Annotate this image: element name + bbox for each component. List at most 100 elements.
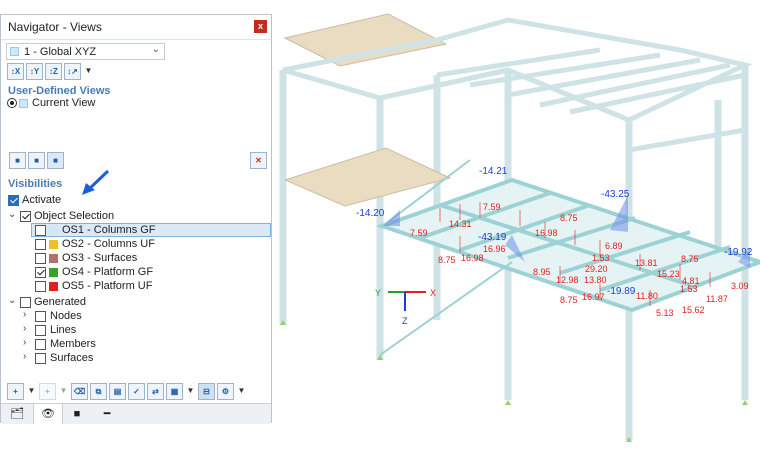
os5-label: OS5 - Platform UF <box>62 280 153 292</box>
result-label: 8.75 <box>438 255 456 265</box>
model-viewport[interactable]: -14.21 -14.20 -43.25 -43.19 -19.92 -19.8… <box>274 0 760 469</box>
check-all-icon[interactable]: ✓ <box>128 383 145 400</box>
dropdown-arrow-icon[interactable]: ▼ <box>83 63 94 80</box>
result-label: 16.96 <box>483 244 506 254</box>
result-label: 13.81 <box>635 258 658 268</box>
dropdown-arrow-icon[interactable]: ▼ <box>236 383 247 400</box>
os3-checkbox[interactable] <box>35 253 46 264</box>
result-label: 11.87 <box>706 294 728 304</box>
view-toolbar: ↕X ↕Y ↕Z ↕↗ ▼ <box>7 63 94 81</box>
axis-x-label: X <box>430 288 436 298</box>
result-label: 8.75 <box>560 295 578 305</box>
result-label: 15.23 <box>657 269 680 279</box>
pointer-arrow-icon <box>82 169 110 195</box>
panel-title-bar: Navigator - Views x <box>1 15 271 40</box>
view-z-icon[interactable]: ↕Z <box>45 63 62 80</box>
current-view-radio[interactable] <box>7 98 17 108</box>
result-label: 8.75 <box>681 254 699 264</box>
result-label: 7.59 <box>410 228 428 238</box>
close-button[interactable]: x <box>254 20 267 33</box>
supports <box>280 320 748 442</box>
result-label: -14.20 <box>356 208 385 219</box>
camera-edit-icon[interactable]: ■ <box>47 152 64 169</box>
result-label: -19.92 <box>724 247 753 258</box>
result-label: 3.09 <box>731 281 749 291</box>
chevron-right-icon[interactable]: › <box>23 323 26 334</box>
axis-triad: X Y Z <box>375 288 436 326</box>
view-iso-icon[interactable]: ↕↗ <box>64 63 81 80</box>
nodes-checkbox[interactable] <box>35 311 46 322</box>
bottom-toolbar: + ▼ + ▼ ⌫ ⧉ ▤ ✓ ⇄ ▦ ▼ ⊟ ⚙ ▼ <box>7 383 247 401</box>
upper-slab <box>283 13 448 67</box>
os4-color-swatch <box>49 268 58 277</box>
view-combo[interactable]: 1 - Global XYZ ⌄ <box>6 43 165 60</box>
filter-icon[interactable]: ⊟ <box>198 383 215 400</box>
result-label: 16.98 <box>535 228 558 238</box>
result-label: 16.98 <box>461 253 484 263</box>
result-label: 7.59 <box>483 202 501 212</box>
view-color-swatch <box>19 99 28 108</box>
navigator-panel: Navigator - Views x 1 - Global XYZ ⌄ ↕X … <box>0 14 272 424</box>
new-selection-icon[interactable]: + <box>7 383 24 400</box>
visibilities-header: Visibilities <box>8 178 63 190</box>
add-selection-icon[interactable]: + <box>39 383 56 400</box>
object-selection-checkbox[interactable] <box>20 211 31 222</box>
os4-label: OS4 - Platform GF <box>62 266 154 278</box>
lines-label: Lines <box>50 324 77 336</box>
chevron-right-icon[interactable]: › <box>23 309 26 320</box>
camera-toolbar: ■ ■ ■ <box>9 152 64 170</box>
chevron-down-icon: ⌄ <box>151 44 160 55</box>
os3-color-swatch <box>49 254 58 263</box>
surfaces-checkbox[interactable] <box>35 353 46 364</box>
result-label: -43.25 <box>601 189 630 200</box>
chevron-right-icon[interactable]: › <box>23 351 26 362</box>
result-label: -19.89 <box>607 286 636 297</box>
copy-selection-icon[interactable]: ⧉ <box>90 383 107 400</box>
result-label: 11.80 <box>636 291 658 301</box>
result-label: -43.19 <box>478 232 507 243</box>
toggle-icon[interactable]: ⇄ <box>147 383 164 400</box>
view-x-icon[interactable]: ↕X <box>7 63 24 80</box>
object-selection-label: Object Selection <box>34 210 115 222</box>
activate-checkbox[interactable] <box>8 195 19 206</box>
os2-color-swatch <box>49 240 58 249</box>
chevron-down-icon[interactable]: ⌄ <box>8 209 16 220</box>
settings-icon[interactable]: ⚙ <box>217 383 234 400</box>
os4-checkbox[interactable] <box>35 267 46 278</box>
lines-checkbox[interactable] <box>35 325 46 336</box>
dropdown-arrow-icon[interactable]: ▼ <box>185 383 196 400</box>
members-label: Members <box>50 338 96 350</box>
tab-results-icon[interactable]: ━ <box>93 404 121 424</box>
os5-checkbox[interactable] <box>35 281 46 292</box>
result-label: 1.53 <box>680 284 698 294</box>
result-label: 5.13 <box>656 308 674 318</box>
chevron-down-icon[interactable]: ⌄ <box>8 295 16 306</box>
os2-checkbox[interactable] <box>35 239 46 250</box>
result-label: 8.75 <box>560 213 578 223</box>
color-icon[interactable]: ▦ <box>166 383 183 400</box>
tab-data-icon[interactable]: 🗂 <box>3 404 31 424</box>
tab-display-icon[interactable]: 👁 <box>33 404 63 424</box>
surfaces-label: Surfaces <box>50 352 94 364</box>
chevron-right-icon[interactable]: › <box>23 337 26 348</box>
result-label: 16.97 <box>582 292 605 302</box>
dropdown-arrow-icon[interactable]: ▼ <box>58 383 69 400</box>
edit-selection-icon[interactable]: ▤ <box>109 383 126 400</box>
view-color-icon <box>10 47 19 56</box>
camera-delete-icon[interactable]: ✕ <box>250 152 267 169</box>
members-checkbox[interactable] <box>35 339 46 350</box>
view-y-icon[interactable]: ↕Y <box>26 63 43 80</box>
result-label: -14.21 <box>479 166 508 177</box>
camera-add-icon[interactable]: ■ <box>28 152 45 169</box>
dropdown-arrow-icon[interactable]: ▼ <box>26 383 37 400</box>
tab-views-icon[interactable]: ■ <box>63 404 91 424</box>
panel-title: Navigator - Views <box>8 20 102 34</box>
result-label: 12.98 <box>556 275 579 285</box>
result-label: 1.53 <box>592 253 610 263</box>
os1-checkbox[interactable] <box>35 225 46 236</box>
camera-icon[interactable]: ■ <box>9 152 26 169</box>
generated-checkbox[interactable] <box>20 297 31 308</box>
activate-label: Activate <box>22 194 62 206</box>
delete-selection-icon[interactable]: ⌫ <box>71 383 88 400</box>
result-label: 15.62 <box>682 305 705 315</box>
